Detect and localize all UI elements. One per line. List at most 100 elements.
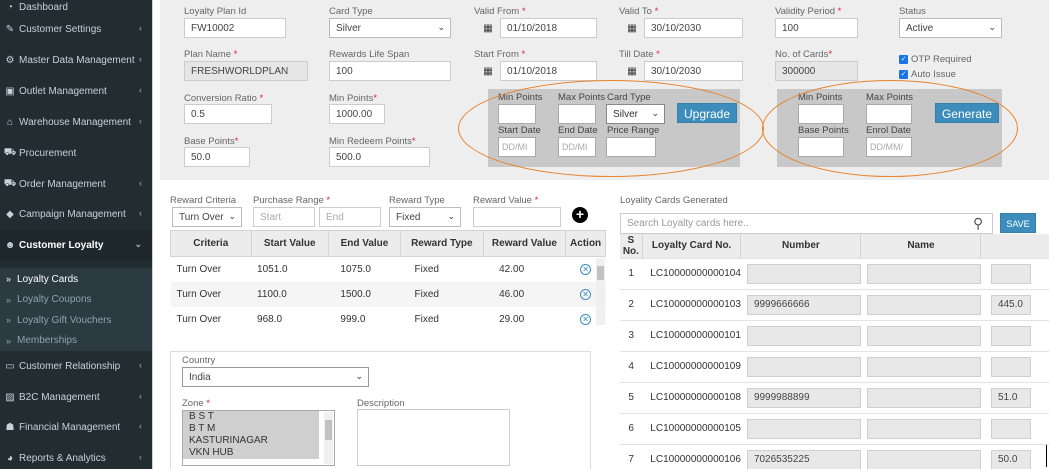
points-field[interactable]: 445.0 [990, 294, 1031, 315]
name-field[interactable] [866, 387, 981, 408]
save-button[interactable]: SAVE [1000, 213, 1036, 233]
search-icon[interactable]: ⚲ [973, 215, 983, 232]
generate-button[interactable]: Generate [935, 103, 999, 123]
remove-icon[interactable]: ✕ [580, 313, 592, 325]
mobile-number-field[interactable] [746, 325, 861, 346]
min-points-field[interactable]: 1000.00 [329, 104, 385, 124]
table-row[interactable]: 2 LC10000000000103 9999666666 445.0 [620, 288, 1049, 320]
submenu-item-loyalty-coupons[interactable]: » Loyalty Coupons [0, 289, 152, 310]
plan-id-field[interactable]: FW10002 [184, 18, 286, 38]
submenu-item-memberships[interactable]: » Memberships [0, 330, 152, 351]
scroll-thumb[interactable] [597, 266, 604, 280]
calendar-icon[interactable]: ▦ [620, 61, 644, 81]
zone-option[interactable]: B S T [183, 411, 319, 423]
reward-scrollbar[interactable] [596, 258, 605, 325]
conversion-ratio-field[interactable]: 0.5 [184, 104, 272, 124]
points-field[interactable] [990, 356, 1031, 377]
sidebar-item-campaign-management[interactable]: ◆ Campaign Management ‹ [0, 199, 152, 229]
name-field[interactable] [866, 325, 981, 346]
upgrade-price-range-input[interactable] [606, 137, 656, 157]
sidebar-item-customer-loyalty[interactable]: ☻ Customer Loyalty ⌄ [0, 230, 152, 260]
remove-icon[interactable]: ✕ [580, 263, 592, 275]
remove-icon[interactable]: ✕ [580, 288, 592, 300]
points-field[interactable] [990, 325, 1031, 346]
reward-criteria-select[interactable]: Turn Over ⌄ [172, 207, 242, 227]
submenu-item-loyalty-gift-vouchers[interactable]: » Loyalty Gift Vouchers [0, 310, 152, 330]
table-row[interactable]: 6 LC10000000000105 [620, 412, 1049, 444]
sidebar-item-order-management[interactable]: ⛟ Order Management ‹ [0, 169, 152, 199]
name-field[interactable] [866, 356, 981, 377]
sidebar-item-procurement[interactable]: ⛟ Procurement [0, 138, 152, 168]
country-select[interactable]: India ⌄ [182, 367, 369, 387]
base-points-field[interactable]: 50.0 [184, 147, 250, 167]
name-field[interactable] [866, 418, 981, 439]
mobile-number-field[interactable]: 7026535225 [746, 449, 861, 469]
upgrade-max-points-input[interactable] [558, 104, 596, 124]
sidebar-item-customer-relationship[interactable]: ▭ Customer Relationship ‹ [0, 351, 152, 381]
points-field[interactable] [990, 263, 1031, 284]
sidebar-item-outlet-management[interactable]: ▣ Outlet Management ‹ [0, 76, 152, 106]
points-field[interactable]: 50.0 [990, 449, 1031, 469]
zone-listbox[interactable]: B S TB T M KASTURINAGAR VKN HUB [182, 410, 335, 466]
validity-period-field[interactable]: 100 [775, 18, 858, 38]
generate-max-points-input[interactable] [866, 104, 912, 124]
calendar-icon[interactable]: ▦ [620, 18, 644, 38]
table-row[interactable]: 4 LC10000000000109 [620, 350, 1049, 382]
life-span-field[interactable]: 100 [329, 61, 451, 81]
cards-search-input[interactable]: Search Loyalty cards here.. [620, 213, 993, 234]
plan-name-field[interactable]: FRESHWORLDPLAN [184, 61, 308, 81]
card-type-select[interactable]: Silver ⌄ [329, 18, 451, 38]
table-row[interactable]: 3 LC10000000000101 [620, 319, 1049, 351]
min-redeem-field[interactable]: 500.0 [329, 147, 430, 167]
points-field[interactable]: 51.0 [990, 387, 1031, 408]
status-select[interactable]: Active ⌄ [899, 18, 1002, 38]
sidebar-item-b2c-management[interactable]: ▨ B2C Management ‹ [0, 382, 152, 412]
mobile-number-field[interactable]: 9999988899 [746, 387, 861, 408]
valid-to-field[interactable]: 30/10/2030 [644, 18, 743, 38]
auto-issue-checkbox[interactable]: ✓ Auto Issue [899, 69, 956, 80]
upgrade-end-date-input[interactable]: DD/MI [558, 137, 596, 157]
generate-enrol-date-input[interactable]: DD/MM/ [866, 137, 912, 157]
upgrade-button[interactable]: Upgrade [677, 103, 737, 123]
table-row[interactable]: 5 LC10000000000108 9999988899 51.0 [620, 381, 1049, 413]
upgrade-card-type-select[interactable]: Silver ⌄ [606, 104, 665, 124]
calendar-icon[interactable]: ▦ [476, 61, 500, 81]
reward-value-input[interactable] [473, 207, 561, 227]
name-field[interactable] [866, 449, 981, 469]
mobile-number-field[interactable] [746, 356, 861, 377]
range-start-input[interactable]: Start [253, 207, 315, 227]
upgrade-min-points-input[interactable] [498, 104, 536, 124]
zone-option[interactable]: VKN HUB [183, 447, 319, 459]
zone-option[interactable]: B T M [183, 423, 319, 435]
valid-from-field[interactable]: 01/10/2018 [500, 18, 597, 38]
reward-type-select[interactable]: Fixed ⌄ [389, 207, 461, 227]
zone-option[interactable]: KASTURINAGAR [183, 435, 319, 447]
table-row[interactable]: 1 LC10000000000104 [620, 257, 1049, 289]
range-end-input[interactable]: End [319, 207, 381, 227]
no-cards-field[interactable]: 300000 [775, 61, 858, 81]
mobile-number-field[interactable] [746, 418, 861, 439]
generate-min-points-input[interactable] [798, 104, 844, 124]
calendar-icon[interactable]: ▦ [476, 18, 500, 38]
submenu-item-loyalty-cards[interactable]: » Loyalty Cards [0, 269, 152, 289]
sidebar-item-financial-management[interactable]: ☗ Financial Management ‹ [0, 412, 152, 442]
sidebar-item-master-data-management[interactable]: ⚙ Master Data Management ‹ [0, 45, 152, 75]
otp-required-checkbox[interactable]: ✓ OTP Required [899, 54, 972, 65]
sidebar-item-customer-settings[interactable]: ✎ Customer Settings ‹ [0, 14, 152, 44]
mobile-number-field[interactable] [746, 263, 861, 284]
sidebar-item-warehouse-management[interactable]: ⌂ Warehouse Management ‹ [0, 107, 152, 137]
scroll-thumb[interactable] [325, 420, 332, 440]
mobile-number-field[interactable]: 9999666666 [746, 294, 861, 315]
upgrade-start-date-input[interactable]: DD/MI [498, 137, 536, 157]
description-textarea[interactable] [357, 409, 510, 466]
till-date-field[interactable]: 30/10/2030 [644, 61, 743, 81]
name-field[interactable] [866, 294, 981, 315]
zone-scrollbar[interactable] [324, 412, 333, 464]
generate-base-points-input[interactable] [798, 137, 844, 157]
points-field[interactable] [990, 418, 1031, 439]
sidebar-item-reports-analytics[interactable]: ◕ Reports & Analytics ‹ [0, 443, 152, 469]
add-reward-icon[interactable]: + [572, 207, 588, 223]
table-row[interactable]: 7 LC10000000000106 7026535225 50.0 [620, 443, 1049, 469]
start-from-field[interactable]: 01/10/2018 [500, 61, 597, 81]
name-field[interactable] [866, 263, 981, 284]
